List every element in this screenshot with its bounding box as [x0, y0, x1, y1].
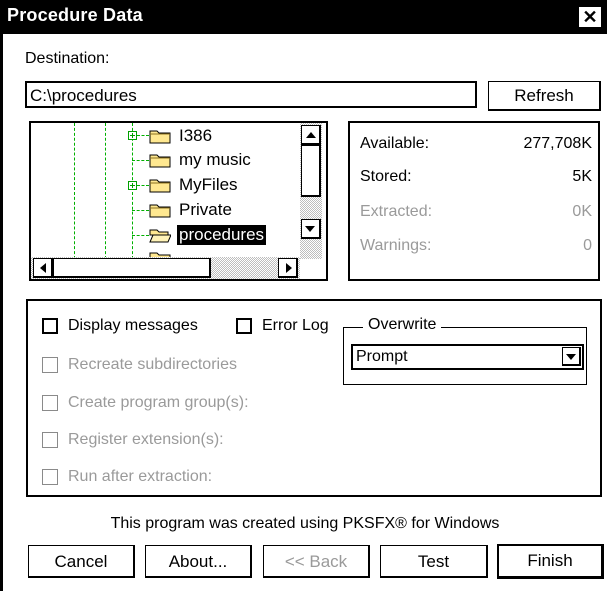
tree-item-i386[interactable]: I386: [179, 126, 212, 146]
tree-branch-line: [132, 210, 149, 211]
tree-branch-line: [132, 235, 149, 236]
test-button[interactable]: Test: [380, 545, 488, 578]
vertical-scroll-thumb[interactable]: [301, 145, 321, 197]
available-value: 277,708K: [523, 135, 592, 152]
warnings-value: 0: [583, 237, 592, 254]
destination-label: Destination:: [25, 50, 110, 67]
available-label: Available:: [360, 135, 430, 152]
display-messages-label[interactable]: Display messages: [68, 317, 198, 335]
folder-icon: [149, 154, 171, 168]
finish-button[interactable]: Finish: [497, 544, 604, 579]
pksfx-credit: This program was created using PKSFX® fo…: [110, 515, 500, 532]
stored-label: Stored:: [360, 168, 412, 185]
overwrite-legend: Overwrite: [363, 316, 442, 334]
options-panel: Display messages Error Log Recreate subd…: [26, 299, 602, 497]
tree-guide-line: [132, 123, 133, 259]
stats-panel: Available: 277,708K Stored: 5K Extracted…: [348, 121, 600, 281]
create-program-groups-label[interactable]: Create program group(s):: [68, 394, 249, 412]
recreate-subdirectories-checkbox[interactable]: [42, 357, 58, 373]
overwrite-select[interactable]: Prompt: [351, 344, 584, 370]
horizontal-scroll-thumb[interactable]: [53, 258, 211, 278]
error-log-checkbox[interactable]: [236, 318, 252, 334]
title-bar[interactable]: Procedure Data ✕: [3, 0, 607, 34]
about-button[interactable]: About...: [145, 545, 252, 578]
close-icon: ✕: [582, 7, 598, 27]
extracted-value: 0K: [572, 203, 592, 220]
procedure-data-dialog: Procedure Data ✕ Destination: C:\procedu…: [0, 0, 607, 591]
folder-icon: [149, 179, 171, 193]
chevron-down-icon: [566, 354, 576, 360]
folder-icon: [149, 204, 171, 218]
warnings-label: Warnings:: [360, 237, 432, 254]
tree-guide-line: [74, 123, 75, 259]
tree-branch-line: [137, 135, 149, 136]
window-title: Procedure Data: [7, 5, 143, 25]
display-messages-checkbox[interactable]: [42, 318, 58, 334]
overwrite-dropdown-button[interactable]: [562, 347, 581, 366]
destination-input[interactable]: C:\procedures: [25, 81, 477, 108]
scroll-right-button[interactable]: [278, 258, 298, 278]
create-program-groups-checkbox[interactable]: [42, 395, 58, 411]
expand-icon[interactable]: [128, 131, 137, 140]
tree-item-procedures[interactable]: procedures: [177, 225, 267, 245]
scroll-down-button[interactable]: [301, 219, 321, 239]
open-folder-icon: [149, 229, 171, 243]
folder-tree[interactable]: I386 my music MyFiles Private procedures: [29, 121, 328, 281]
run-after-extraction-checkbox[interactable]: [42, 469, 58, 485]
overwrite-selected-value: Prompt: [356, 348, 408, 365]
error-log-label[interactable]: Error Log: [262, 317, 329, 335]
cancel-button[interactable]: Cancel: [28, 545, 135, 578]
tree-guide-line: [105, 123, 106, 259]
run-after-extraction-label[interactable]: Run after extraction:: [68, 468, 212, 486]
folder-icon: [149, 130, 171, 144]
tree-branch-line: [137, 185, 149, 186]
recreate-subdirectories-label[interactable]: Recreate subdirectories: [68, 356, 237, 374]
close-button[interactable]: ✕: [579, 7, 601, 27]
refresh-button[interactable]: Refresh: [488, 81, 601, 111]
tree-branch-line: [132, 160, 149, 161]
tree-item-my-music[interactable]: my music: [179, 150, 251, 170]
scroll-left-button[interactable]: [33, 258, 53, 278]
register-extensions-checkbox[interactable]: [42, 432, 58, 448]
destination-value: C:\procedures: [30, 86, 137, 105]
tree-item-private[interactable]: Private: [179, 200, 232, 220]
tree-item-myfiles[interactable]: MyFiles: [179, 175, 238, 195]
stored-value: 5K: [572, 168, 592, 185]
expand-icon[interactable]: [128, 181, 137, 190]
back-button[interactable]: << Back: [263, 545, 370, 578]
scroll-up-button[interactable]: [301, 125, 321, 145]
extracted-label: Extracted:: [360, 203, 433, 220]
register-extensions-label[interactable]: Register extension(s):: [68, 431, 224, 449]
